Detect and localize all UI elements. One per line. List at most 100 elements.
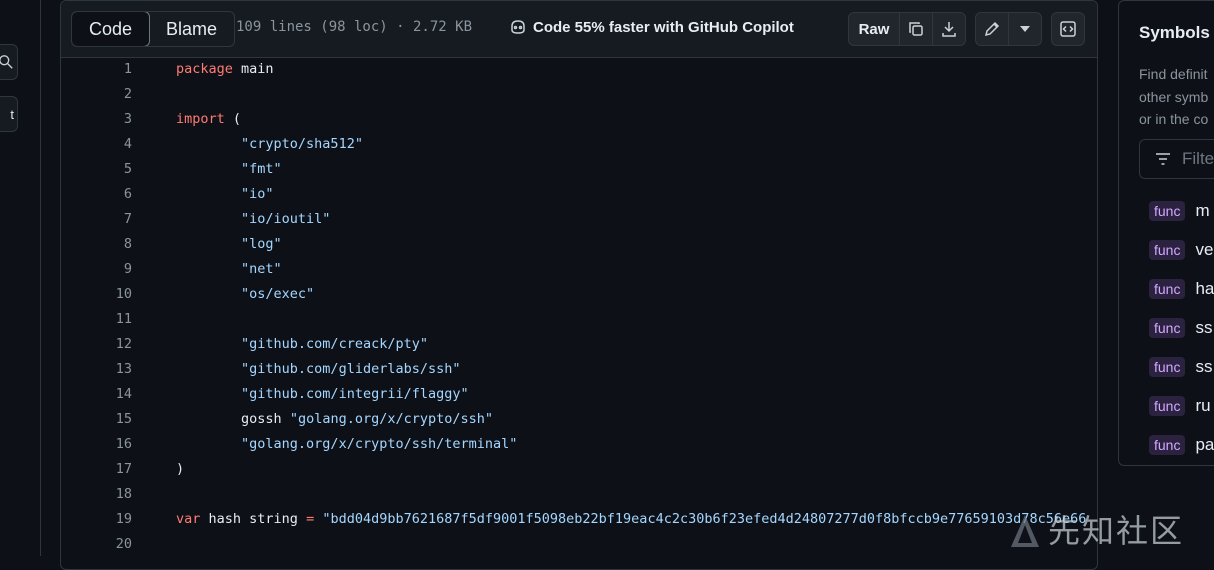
line-number[interactable]: 12: [61, 332, 132, 357]
line-code: "github.com/creack/pty": [176, 332, 428, 357]
line-number[interactable]: 3: [61, 107, 132, 132]
line-code: "io/ioutil": [176, 207, 330, 232]
download-button[interactable]: [932, 13, 965, 45]
symbols-toggle-button[interactable]: [1051, 12, 1085, 46]
line-number[interactable]: 17: [61, 457, 132, 482]
copy-icon: [909, 22, 923, 36]
edit-dropdown-button[interactable]: [1008, 13, 1041, 45]
string-token: "io/ioutil": [241, 211, 331, 227]
watermark-logo-icon: [1011, 515, 1039, 547]
download-icon: [942, 22, 956, 37]
line-number[interactable]: 7: [61, 207, 132, 232]
file-search-button[interactable]: [0, 44, 18, 80]
symbol-item[interactable]: func ss: [1149, 308, 1214, 347]
keyword-token: var: [176, 511, 201, 527]
code-line: 20: [61, 532, 1097, 557]
line-number[interactable]: 8: [61, 232, 132, 257]
go-to-file-button[interactable]: t: [0, 96, 18, 132]
line-number[interactable]: 20: [61, 532, 132, 557]
symbol-name: m: [1195, 200, 1210, 220]
line-code: "net": [176, 257, 282, 282]
code-line: 5 "fmt": [61, 157, 1097, 182]
code-line: 10 "os/exec": [61, 282, 1097, 307]
symbol-kind-badge: func: [1149, 356, 1186, 377]
filter-icon: [1156, 153, 1170, 165]
code-line: 2: [61, 82, 1097, 107]
symbol-item[interactable]: func m: [1149, 191, 1214, 230]
view-toggle: Code Blame: [71, 11, 236, 47]
line-number[interactable]: 15: [61, 407, 132, 432]
line-code: import (: [176, 107, 241, 132]
symbols-toggle-inner: [1052, 13, 1084, 45]
edit-button[interactable]: [976, 13, 1008, 45]
text-token: ): [176, 461, 185, 477]
watermark-text: 先知社区: [1048, 512, 1185, 550]
line-number[interactable]: 5: [61, 157, 132, 182]
line-code: ): [176, 457, 184, 482]
triangle-down-icon: [1020, 26, 1030, 32]
line-number[interactable]: 14: [61, 382, 132, 407]
symbol-kind-badge: func: [1149, 395, 1186, 416]
line-number[interactable]: 19: [61, 507, 132, 532]
line-number[interactable]: 4: [61, 132, 132, 157]
copilot-promo[interactable]: Code 55% faster with GitHub Copilot: [509, 18, 794, 36]
code-line: 17): [61, 457, 1097, 482]
string-token: "fmt": [241, 161, 282, 177]
symbol-item[interactable]: func ha: [1149, 269, 1214, 308]
code-line: 1 package main: [61, 57, 1097, 82]
string-token: "io": [241, 186, 274, 202]
string-token: "golang.org/x/crypto/ssh/terminal": [241, 436, 518, 452]
line-number[interactable]: 16: [61, 432, 132, 457]
string-token: "github.com/integrii/flaggy": [241, 386, 469, 402]
code-line: 6 "io": [61, 182, 1097, 207]
blame-tab[interactable]: Blame: [149, 12, 234, 46]
line-code: "crypto/sha512": [176, 132, 363, 157]
code-square-icon: [1060, 21, 1076, 37]
symbols-filter-input[interactable]: Filte: [1139, 139, 1214, 179]
code-tab[interactable]: Code: [72, 12, 151, 46]
line-number[interactable]: 6: [61, 182, 132, 207]
symbol-item[interactable]: func ss: [1149, 347, 1214, 386]
line-number[interactable]: 13: [61, 357, 132, 382]
line-code: "github.com/gliderlabs/ssh": [176, 357, 460, 382]
line-number[interactable]: 1: [61, 57, 132, 82]
keyword-token: package: [176, 61, 233, 77]
line-number[interactable]: 9: [61, 257, 132, 282]
edit-actions: [975, 12, 1042, 46]
symbol-name: ss: [1195, 317, 1213, 337]
keyword-token: =: [306, 511, 315, 527]
code-line: 15 gossh "golang.org/x/crypto/ssh": [61, 407, 1097, 432]
symbol-item[interactable]: func ru: [1149, 386, 1214, 425]
text-token: gossh: [176, 411, 290, 427]
line-number[interactable]: 11: [61, 307, 132, 332]
symbol-item[interactable]: func ve: [1149, 230, 1214, 269]
copy-raw-button[interactable]: [899, 13, 932, 45]
symbols-desc-line: other symb: [1139, 88, 1209, 105]
line-code: "os/exec": [176, 282, 314, 307]
symbols-panel: Symbols Find definit other symb or in th…: [1118, 0, 1214, 466]
symbol-name: ru: [1195, 395, 1211, 415]
file-info: 109 lines (98 loc) · 2.72 KB: [236, 19, 473, 35]
code-line: 9 "net": [61, 257, 1097, 282]
code-line: 16 "golang.org/x/crypto/ssh/terminal": [61, 432, 1097, 457]
code-body: 1 package main 2 3 import (4 "crypto/sha512"…: [61, 57, 1097, 557]
string-token: "golang.org/x/crypto/ssh": [289, 411, 494, 427]
symbol-item[interactable]: func pa: [1149, 425, 1214, 464]
string-token: "crypto/sha512": [241, 136, 363, 152]
go-to-file-label: t: [10, 106, 14, 122]
line-number[interactable]: 2: [61, 82, 132, 107]
code-line: 12 "github.com/creack/pty": [61, 332, 1097, 357]
code-line: 18: [61, 482, 1097, 507]
line-number[interactable]: 10: [61, 282, 132, 307]
symbol-kind-badge: func: [1149, 434, 1186, 455]
line-code: "fmt": [176, 157, 282, 182]
string-token: "log": [241, 236, 282, 252]
symbol-kind-badge: func: [1149, 278, 1186, 299]
string-token: "net": [241, 261, 282, 277]
raw-button[interactable]: Raw: [849, 13, 899, 45]
line-number[interactable]: 18: [61, 482, 132, 507]
